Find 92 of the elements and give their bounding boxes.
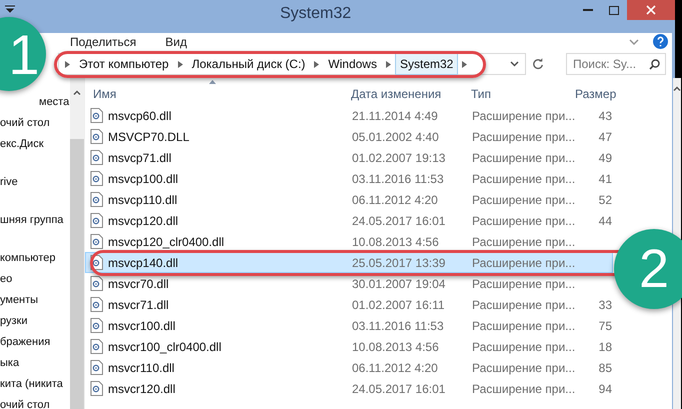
date-cell: 30.01.2007 19:04: [352, 276, 446, 290]
date-cell: 01.02.2007 16:11: [352, 298, 445, 312]
file-row[interactable]: msvcp60.dll 21.11.2014 4:49 Расширение при... 43: [85, 105, 613, 126]
search-field[interactable]: Поиск: Sy...: [566, 53, 666, 75]
date-cell: 06.11.2012 4:20: [352, 360, 438, 374]
type-cell: Расширение при...: [472, 276, 576, 290]
navigation-item[interactable]: рузки: [0, 311, 28, 332]
file-name: MSVCP70.DLL: [108, 130, 190, 144]
file-row[interactable]: msvcr110.dll 06.11.2012 4:20 Расширение при... 85: [85, 357, 613, 378]
date-cell: 06.11.2012 4:20: [352, 192, 438, 206]
date-cell: 24.05.2017 16:01: [352, 382, 446, 396]
date-cell: 25.05.2017 13:39: [352, 256, 446, 270]
size-cell: 33: [598, 298, 612, 312]
type-cell: Расширение при...: [472, 360, 576, 374]
file-name: msvcr70.dll: [108, 276, 169, 290]
size-cell: 41: [598, 172, 612, 186]
navigation-item[interactable]: rive: [0, 172, 18, 193]
navigation-item[interactable]: кита (никита: [0, 374, 63, 395]
type-cell: Расширение при...: [472, 108, 576, 122]
size-cell: 85: [598, 360, 612, 374]
navigation-item[interactable]: места: [39, 92, 70, 113]
navigation-item[interactable]: очий стол: [0, 395, 50, 409]
file-name: msvcp140.dll: [108, 256, 178, 270]
type-cell: Расширение при...: [472, 214, 576, 228]
date-cell: 03.11.2016 11:53: [352, 172, 444, 186]
type-cell: Расширение при...: [472, 172, 576, 186]
size-cell: 94: [598, 382, 612, 396]
date-cell: 21.11.2014 4:49: [352, 108, 438, 122]
type-cell: Расширение при...: [472, 234, 576, 248]
column-header[interactable]: Имя: [85, 86, 345, 100]
breadcrumb-item[interactable]: Windows: [323, 53, 382, 75]
file-row[interactable]: msvcp71.dll 01.02.2007 19:13 Расширение при... 49: [85, 147, 613, 168]
date-cell: 24.05.2017 16:01: [352, 214, 446, 228]
size-cell: 44: [598, 214, 612, 228]
file-name: msvcp120_clr0400.dll: [108, 234, 224, 248]
file-name: msvcp120.dll: [108, 214, 178, 228]
type-cell: Расширение при...: [472, 150, 576, 164]
file-name: msvcr71.dll: [108, 298, 169, 312]
type-cell: Расширение при...: [472, 298, 576, 312]
navigation-item[interactable]: ео: [0, 269, 12, 290]
date-cell: 05.01.2002 4:40: [352, 130, 439, 144]
size-cell: 47: [598, 130, 612, 144]
file-name: msvcp100.dll: [108, 172, 178, 186]
file-row[interactable]: msvcp140.dll 25.05.2017 13:39 Расширение при...: [85, 252, 613, 273]
navigation-item[interactable]: очий стол: [0, 113, 50, 134]
column-header[interactable]: Размер: [575, 86, 625, 100]
file-row[interactable]: msvcp120.dll 24.05.2017 16:01 Расширение при... 44: [85, 210, 613, 231]
ribbon-tab[interactable]: Вид: [165, 34, 187, 48]
file-row[interactable]: msvcp120_clr0400.dll 10.08.2013 4:56 Расширение при...: [85, 231, 613, 252]
breadcrumb-item[interactable]: System32: [394, 53, 458, 75]
window-title: System32: [280, 5, 352, 23]
size-cell: 18: [598, 340, 612, 354]
type-cell: Расширение при...: [472, 318, 576, 332]
file-name: msvcr100_clr0400.dll: [108, 340, 222, 354]
breadcrumb-item[interactable]: Локальный диск (C:): [186, 53, 310, 75]
file-row[interactable]: msvcr71.dll 01.02.2007 16:11 Расширение при... 33: [85, 294, 613, 315]
column-header[interactable]: Дата изменения: [345, 86, 465, 100]
navigation-item[interactable]: бражения: [0, 332, 50, 353]
file-row[interactable]: msvcp110.dll 06.11.2012 4:20 Расширение при... 52: [85, 189, 613, 210]
date-cell: 10.08.2013 4:56: [352, 340, 439, 354]
size-cell: 49: [598, 150, 612, 164]
column-header[interactable]: Тип: [465, 86, 575, 100]
file-name: msvcr120.dll: [108, 382, 176, 396]
date-cell: 01.02.2007 19:13: [352, 150, 446, 164]
navigation-item[interactable]: ыка: [0, 353, 20, 374]
file-row[interactable]: MSVCP70.DLL 05.01.2002 4:40 Расширение при... 47: [85, 126, 613, 147]
type-cell: Расширение при...: [472, 130, 576, 144]
file-name: msvcr100.dll: [108, 318, 176, 332]
file-row[interactable]: msvcr120.dll 24.05.2017 16:01 Расширение при... 94: [85, 378, 613, 399]
date-cell: 03.11.2016 11:53: [352, 318, 444, 332]
navigation-item[interactable]: компьютер: [0, 248, 56, 269]
file-name: msvcp71.dll: [108, 150, 172, 164]
size-cell: 43: [598, 108, 612, 122]
file-name: msvcp110.dll: [108, 192, 178, 206]
navigation-item[interactable]: екс.Диск: [0, 134, 44, 155]
type-cell: Расширение при...: [472, 340, 576, 354]
breadcrumb-item[interactable]: Этот компьютер: [74, 53, 174, 75]
file-row[interactable]: msvcr70.dll 30.01.2007 19:04 Расширение при...: [85, 273, 613, 294]
file-row[interactable]: msvcp100.dll 03.11.2016 11:53 Расширение при... 41: [85, 168, 613, 189]
file-name: msvcr110.dll: [108, 360, 174, 374]
type-cell: Расширение при...: [472, 256, 576, 270]
size-cell: 75: [598, 318, 612, 332]
file-row[interactable]: msvcr100.dll 03.11.2016 11:53 Расширение при... 75: [85, 315, 613, 336]
type-cell: Расширение при...: [472, 192, 576, 206]
size-cell: 52: [598, 192, 612, 206]
file-name: msvcp60.dll: [108, 108, 172, 122]
date-cell: 10.08.2013 4:56: [352, 234, 439, 248]
type-cell: Расширение при...: [472, 382, 576, 396]
navigation-item[interactable]: шняя группа: [0, 210, 64, 231]
navigation-item[interactable]: ументы: [0, 290, 38, 311]
ribbon-tab[interactable]: Поделиться: [70, 34, 136, 48]
file-row[interactable]: msvcr100_clr0400.dll 10.08.2013 4:56 Расширение при... 18: [85, 336, 613, 357]
